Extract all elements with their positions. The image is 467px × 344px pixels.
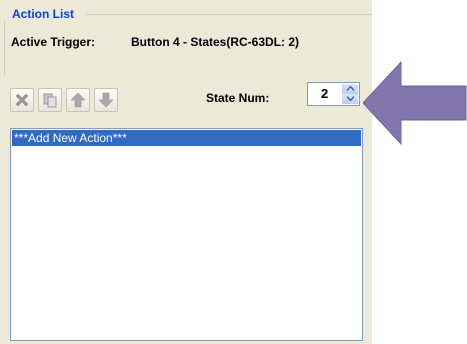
move-down-arrow-icon bbox=[98, 92, 114, 108]
chevron-down-icon bbox=[347, 96, 354, 101]
callout-arrow-icon bbox=[363, 60, 467, 146]
action-list[interactable]: ***Add New Action*** bbox=[10, 128, 363, 341]
delete-x-icon bbox=[15, 93, 29, 107]
copy-icon bbox=[43, 93, 57, 108]
active-trigger-label: Active Trigger: bbox=[11, 35, 96, 49]
delete-action-button[interactable] bbox=[10, 88, 34, 112]
group-border-top bbox=[86, 14, 372, 15]
chevron-up-icon bbox=[347, 86, 354, 91]
list-item-add-new-action[interactable]: ***Add New Action*** bbox=[12, 130, 361, 146]
spinner-buttons bbox=[342, 84, 358, 104]
action-list-panel: Action List Active Trigger: Button 4 - S… bbox=[0, 0, 372, 344]
group-border-left bbox=[4, 20, 5, 76]
move-up-arrow-icon bbox=[70, 92, 86, 108]
state-num-value[interactable]: 2 bbox=[321, 86, 328, 101]
state-num-spinner[interactable]: 2 bbox=[307, 82, 360, 106]
move-up-button[interactable] bbox=[66, 88, 90, 112]
active-trigger-value: Button 4 - States(RC-63DL: 2) bbox=[131, 35, 300, 49]
copy-action-button[interactable] bbox=[38, 88, 62, 112]
move-down-button[interactable] bbox=[94, 88, 118, 112]
state-num-label: State Num: bbox=[206, 91, 270, 105]
spinner-down-button[interactable] bbox=[343, 94, 358, 104]
group-title: Action List bbox=[10, 7, 76, 21]
